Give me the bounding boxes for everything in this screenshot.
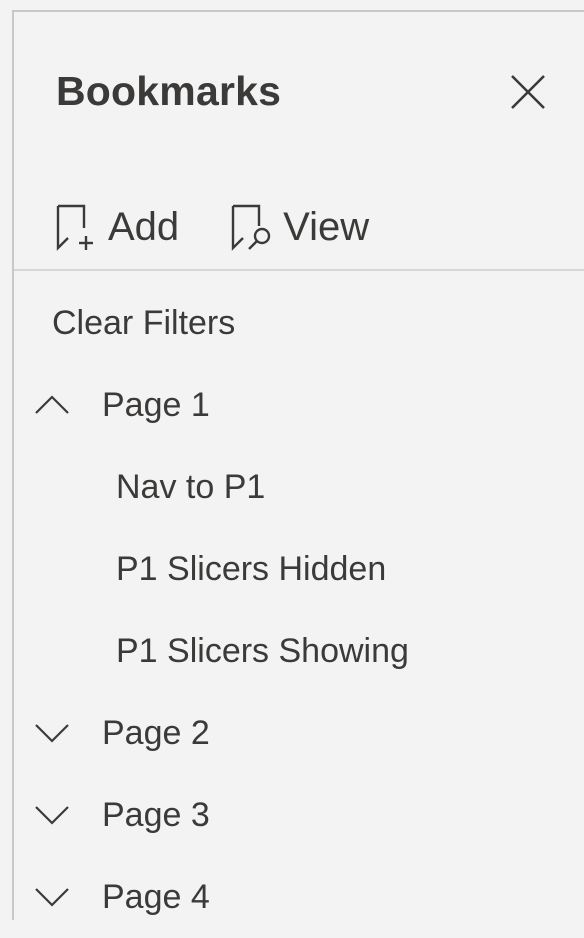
pane-title: Bookmarks <box>56 68 282 114</box>
bookmark-label: Clear Filters <box>52 303 236 342</box>
group-label: Page 4 <box>102 877 210 916</box>
add-bookmark-label: Add <box>108 204 180 249</box>
view-bookmark-button[interactable]: View <box>229 202 369 252</box>
group-label: Page 3 <box>102 795 210 834</box>
bookmark-view-icon <box>231 204 271 251</box>
bookmarks-pane: Bookmarks Add View Clear Filters Page 1 … <box>12 10 584 920</box>
chevron-down-icon <box>35 888 69 907</box>
pane-header: Bookmarks <box>14 12 584 182</box>
chevron-up-icon <box>35 395 69 414</box>
bookmark-label: Nav to P1 <box>116 467 266 506</box>
bookmark-label: P1 Slicers Showing <box>116 631 409 670</box>
bookmark-group-page-2[interactable]: Page 2 <box>14 692 584 774</box>
chevron-down-icon <box>35 806 69 825</box>
close-button[interactable] <box>506 70 550 114</box>
group-label: Page 2 <box>102 713 210 752</box>
close-icon <box>511 75 545 109</box>
bookmark-add-icon <box>56 204 93 251</box>
bookmark-group-page-1[interactable]: Page 1 <box>14 364 584 446</box>
bookmark-item-p1-slicers-showing[interactable]: P1 Slicers Showing <box>14 610 584 692</box>
group-label: Page 1 <box>102 385 210 424</box>
bookmark-group-page-4[interactable]: Page 4 <box>14 856 584 938</box>
bookmark-item-nav-to-p1[interactable]: Nav to P1 <box>14 446 584 528</box>
toolbar-divider <box>14 269 584 271</box>
bookmark-item-p1-slicers-hidden[interactable]: P1 Slicers Hidden <box>14 528 584 610</box>
bookmark-group-page-3[interactable]: Page 3 <box>14 774 584 856</box>
bookmark-clear-filters[interactable]: Clear Filters <box>14 282 584 364</box>
bookmarks-toolbar: Add View <box>54 192 419 262</box>
chevron-down-icon <box>35 724 69 743</box>
bookmark-label: P1 Slicers Hidden <box>116 549 387 588</box>
view-bookmark-label: View <box>283 204 370 249</box>
bookmark-list: Clear Filters Page 1 Nav to P1 P1 Slicer… <box>14 282 584 938</box>
add-bookmark-button[interactable]: Add <box>54 202 179 252</box>
